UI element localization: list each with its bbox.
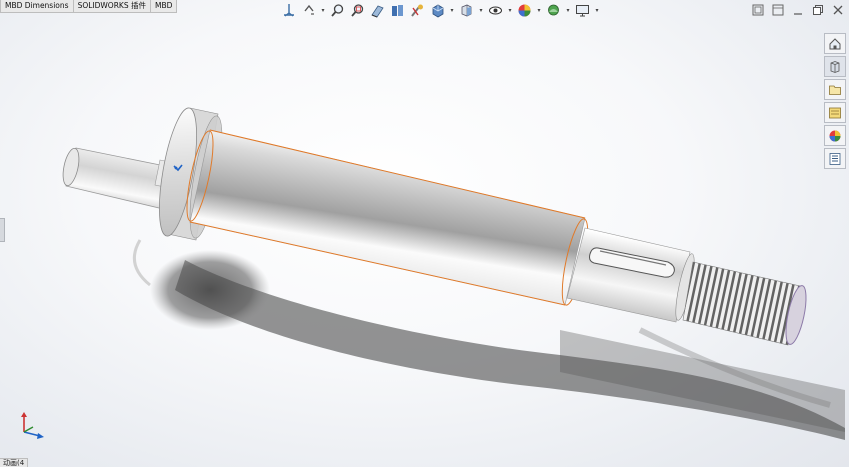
graphics-area[interactable] (0, 0, 849, 467)
file-explorer-icon[interactable] (824, 79, 846, 100)
view-palette-icon[interactable] (824, 102, 846, 123)
task-pane (824, 33, 846, 169)
design-library-icon[interactable] (824, 56, 846, 77)
coordinate-triad-icon (21, 412, 44, 439)
status-bar-tab[interactable]: 动画(4 (0, 458, 29, 467)
custom-properties-icon[interactable] (824, 148, 846, 169)
keyway-section (566, 227, 695, 323)
appearances-icon[interactable] (824, 125, 846, 146)
solidworks-resources-icon[interactable] (824, 33, 846, 54)
threaded-end (682, 261, 807, 346)
